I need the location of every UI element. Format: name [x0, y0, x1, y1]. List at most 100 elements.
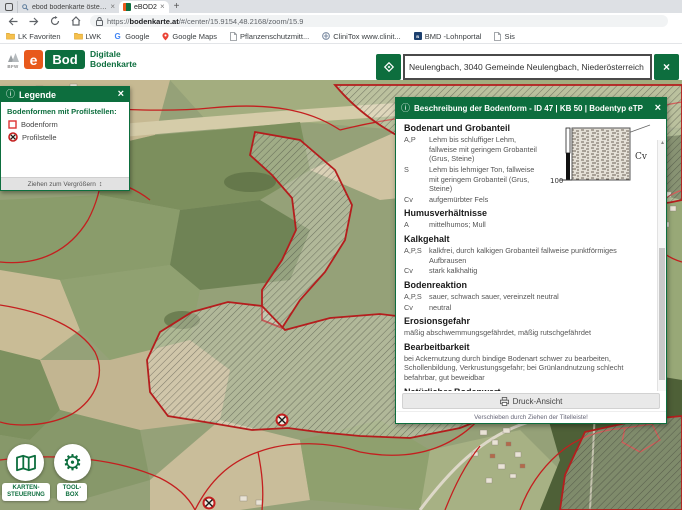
horizon-code: Cv [404, 266, 429, 276]
horizon-code: A,P,S [404, 292, 429, 302]
bookmark-clinitox[interactable]: CliniTox www.clinit... [322, 32, 401, 41]
google-icon: G [114, 32, 122, 40]
horizon-code: Cv [404, 303, 429, 313]
entry-text: bei Ackernutzung durch bindige Bodenart … [404, 354, 623, 382]
locate-button[interactable] [376, 54, 401, 80]
tab-ebod2[interactable]: eBOD2 × [119, 1, 169, 13]
refresh-icon[interactable] [47, 15, 63, 27]
bookmark-lwk[interactable]: LWK [74, 32, 102, 41]
karten-steuerung-button[interactable] [7, 444, 44, 481]
print-view-button[interactable]: Druck-Ansicht [402, 393, 660, 409]
legend-body: Bodenformen mit Profilstellen: Bodenform… [1, 102, 129, 177]
browser-nav-bar: https://bodenkarte.at/#/center/15.9154,4… [0, 13, 682, 29]
section-entry: bei Ackernutzung durch bindige Bodenart … [404, 354, 652, 383]
resize-arrows-icon: ↕ [99, 181, 103, 188]
section-heading: Natürlicher Bodenwert [404, 387, 652, 391]
description-header-dragbar[interactable]: ⓘ Beschreibung der Bodenform - ID 47 | K… [396, 98, 666, 119]
logo-e-box: e [24, 50, 43, 69]
legend-header[interactable]: ⓘ Legende × [1, 87, 129, 102]
search-input[interactable] [403, 54, 652, 80]
profile-marker[interactable] [277, 415, 288, 426]
tab-close-icon[interactable]: × [160, 3, 165, 11]
section-heading: Bodenreaktion [404, 280, 652, 290]
folder-icon [74, 32, 83, 40]
new-tab-button[interactable]: + [174, 2, 180, 12]
page-icon [230, 32, 237, 41]
legend-close-icon[interactable]: × [118, 89, 124, 100]
legend-item-bodenform: Bodenform [7, 120, 123, 129]
forward-icon[interactable] [26, 15, 42, 27]
description-body: 100 Cv Bodenart und GrobanteilA,PLehm bi… [396, 119, 666, 391]
section-heading: Humusverhältnisse [404, 208, 652, 218]
section-heading: Erosionsgefahr [404, 316, 652, 326]
karten-steuerung-label: KARTEN-STEUERUNG [2, 483, 50, 501]
horizon-code: A,P [404, 135, 429, 164]
bookmark-google-maps[interactable]: Google Maps [162, 32, 217, 41]
clinitox-icon [322, 32, 330, 40]
folder-icon [6, 32, 15, 40]
back-icon[interactable] [5, 15, 21, 27]
section-entry: A,P,Skalkfrei, durch kalkigen Grobanteil… [404, 246, 652, 265]
legend-title: Legende [19, 90, 118, 100]
ebod-logo[interactable]: BFW e Bod DigitaleBodenkarte [6, 50, 137, 69]
section-entry: A,PLehm bis schluffiger Lehm, fallweise … [404, 135, 546, 164]
svg-text:G: G [115, 32, 121, 40]
search-icon [22, 4, 29, 11]
app-window: ebod bodenkarte österreich - Su × eBOD2 … [0, 0, 682, 510]
section-entry: Cvaufgemürbter Fels [404, 195, 652, 205]
gear-icon: ⚙ [63, 452, 83, 474]
horizon-label: Cv [635, 152, 648, 162]
printer-icon [500, 397, 509, 406]
horizon-code: Cv [404, 195, 429, 205]
soilform-description-panel: ⓘ Beschreibung der Bodenform - ID 47 | K… [395, 97, 667, 424]
tab-list-icon[interactable] [3, 1, 15, 12]
home-icon[interactable] [68, 15, 84, 27]
bodenform-square-icon [8, 120, 17, 129]
bookmark-lk-favoriten[interactable]: LK Favoriten [6, 32, 61, 41]
bookmark-pflanzenschutz[interactable]: Pflanzenschutzmitt... [230, 32, 309, 41]
browser-tab-bar: ebod bodenkarte österreich - Su × eBOD2 … [0, 0, 682, 13]
profile-marker[interactable] [204, 498, 215, 509]
legend-heading: Bodenformen mit Profilstellen: [7, 107, 123, 116]
description-title: Beschreibung der Bodenform - ID 47 | KB … [414, 104, 655, 113]
panel-scrollbar[interactable]: ▴ ▾ [657, 140, 666, 391]
description-close-icon[interactable]: × [655, 103, 661, 114]
map-pin-icon [162, 32, 169, 41]
section-entry: Cvstark kalkhaltig [404, 266, 652, 276]
entry-text: mäßig abschwemmungsgefährdet, mäßig ruts… [404, 328, 591, 337]
url-text: https://bodenkarte.at/#/center/15.9154,4… [107, 17, 303, 26]
locate-diamond-icon [383, 61, 395, 73]
entry-text: neutral [429, 303, 451, 313]
horizon-code: A [404, 220, 429, 230]
entry-text: Lehm bis lehmiger Ton, fallweise mit ger… [429, 165, 546, 194]
tab-ebod-search[interactable]: ebod bodenkarte österreich - Su × [17, 1, 119, 13]
section-heading: Bearbeitbarkeit [404, 342, 652, 352]
address-bar[interactable]: https://bodenkarte.at/#/center/15.9154,4… [90, 15, 668, 27]
bfw-logo: BFW [6, 51, 20, 69]
horizon-code: A,P,S [404, 246, 429, 265]
ebod-favicon [123, 3, 131, 11]
depth-label: 100 [550, 177, 563, 185]
drag-hint: Verschieben durch Ziehen der Titelleiste… [396, 411, 666, 423]
bookmark-google[interactable]: G Google [114, 32, 149, 41]
section-entry: Amittelhumos; Mull [404, 220, 652, 230]
search-clear-button[interactable]: × [654, 54, 679, 80]
entry-text: stark kalkhaltig [429, 266, 477, 276]
bookmark-bmd[interactable]: B BMD -Lohnportal [414, 32, 482, 41]
entry-text: Lehm bis schluffiger Lehm, fallweise mit… [429, 135, 546, 164]
horizon-code: S [404, 165, 429, 194]
section-entry: mäßig abschwemmungsgefährdet, mäßig ruts… [404, 328, 652, 338]
scroll-up-icon[interactable]: ▴ [658, 140, 666, 147]
search-group: × [376, 54, 679, 80]
bookmarks-bar: LK Favoriten LWK G Google Google Maps Pf… [0, 29, 682, 44]
tab-close-icon[interactable]: × [110, 3, 115, 11]
section-entry: SLehm bis lehmiger Ton, fallweise mit ge… [404, 165, 546, 194]
info-icon: ⓘ [401, 104, 410, 113]
map-icon [15, 454, 37, 472]
tool-box-button[interactable]: ⚙ [54, 444, 91, 481]
bookmark-sis[interactable]: Sis [494, 32, 514, 41]
legend-resize-handle[interactable]: Ziehen zum Vergrößern ↕ [1, 177, 129, 190]
tab-title: ebod bodenkarte österreich - Su [32, 4, 107, 11]
scrollbar-thumb[interactable] [659, 248, 665, 380]
soil-profile-figure: 100 Cv [550, 123, 652, 189]
